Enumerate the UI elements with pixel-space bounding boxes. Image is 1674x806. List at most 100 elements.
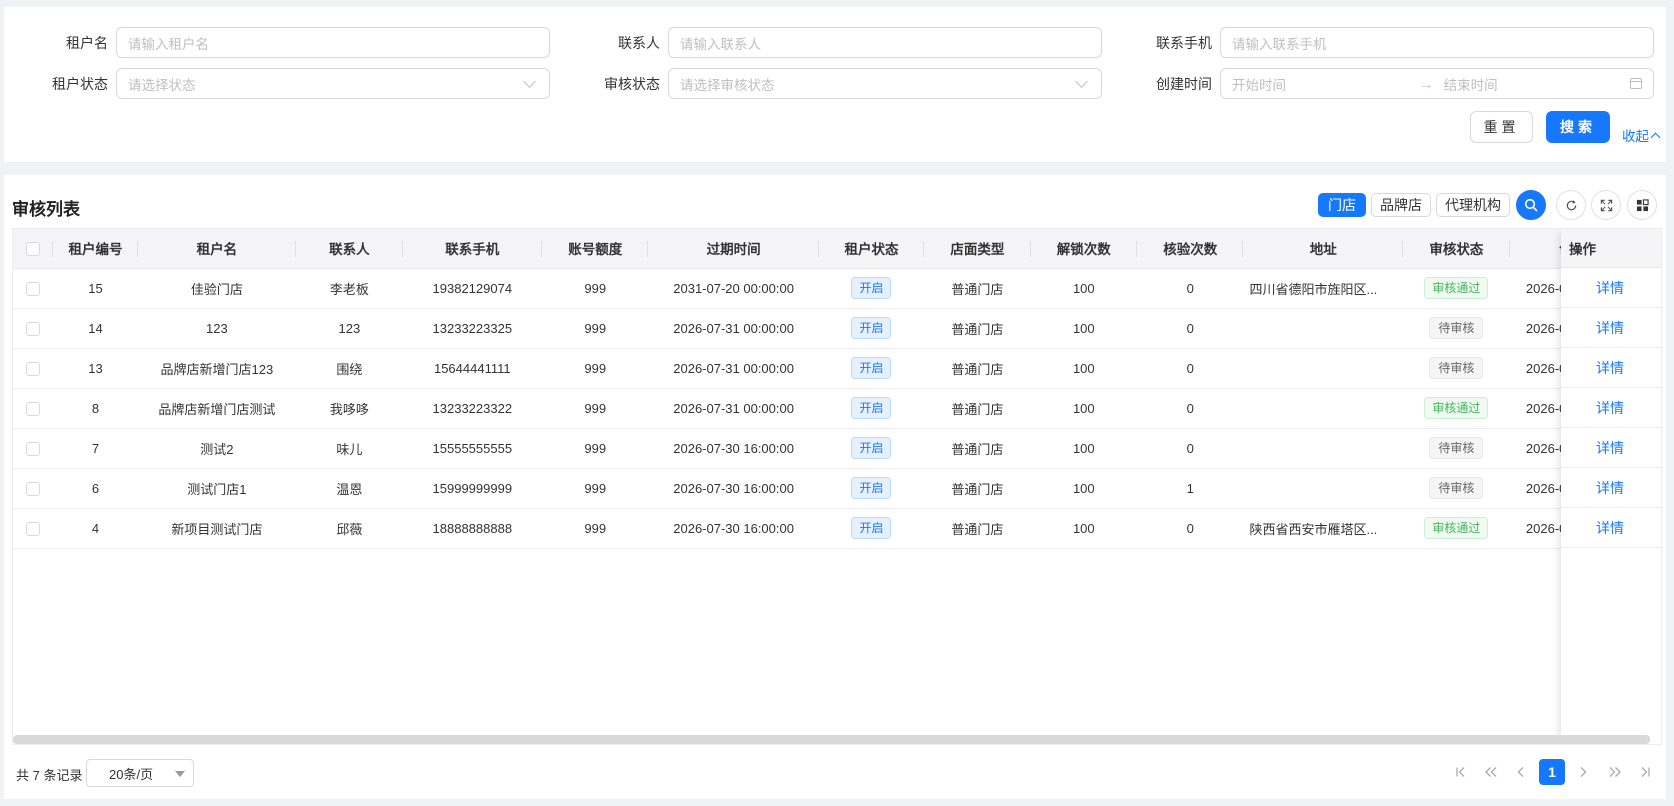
- segment-store[interactable]: 门店: [1318, 193, 1366, 217]
- refresh-button[interactable]: [1556, 190, 1586, 220]
- chevron-down-icon: [1075, 75, 1088, 88]
- detail-link[interactable]: 详情: [1561, 428, 1661, 468]
- audit-status-tag: 审核通过: [1424, 277, 1489, 299]
- cell-phone: 15555555555: [402, 428, 543, 469]
- phone-input[interactable]: 请输入联系手机: [1220, 27, 1654, 58]
- cell-type: 普通门店: [924, 388, 1031, 429]
- table-row[interactable]: 13 品牌店新增门店123 围绕 15644441111 999 2026-07-31 0…: [13, 348, 1661, 389]
- cell-status: 开启: [818, 348, 925, 389]
- segment-agency[interactable]: 代理机构: [1436, 193, 1510, 217]
- row-checkbox[interactable]: [26, 521, 41, 536]
- tenant-name-label: 租户名: [66, 34, 108, 51]
- row-checkbox[interactable]: [26, 481, 41, 496]
- row-select-cell: [13, 508, 54, 549]
- start-time-placeholder[interactable]: 开始时间: [1232, 74, 1415, 94]
- audit-status-select[interactable]: 请选择审核状态: [668, 68, 1102, 99]
- double-left-icon: [1485, 767, 1497, 777]
- tenant-name-input[interactable]: 请输入租户名: [116, 27, 550, 58]
- cell-audit: 审核通过: [1403, 268, 1510, 309]
- cell-tenant-id: 4: [53, 508, 138, 549]
- column-settings-button[interactable]: [1627, 190, 1657, 220]
- audit-status-tag: 审核通过: [1424, 517, 1489, 539]
- cell-phone: 13233223322: [402, 388, 543, 429]
- search-toggle-button[interactable]: [1516, 190, 1546, 220]
- cell-address: [1243, 308, 1404, 349]
- tenant-status-select[interactable]: 请选择状态: [116, 68, 550, 99]
- next-five-pages-button[interactable]: [1604, 758, 1626, 786]
- col-header-action: 操作: [1561, 229, 1661, 268]
- created-time-range-picker[interactable]: 开始时间 → 结束时间: [1220, 68, 1654, 99]
- refresh-icon: [1566, 199, 1576, 210]
- table-row[interactable]: 7 测试2 味儿 15555555555 999 2026-07-30 16:00:00 开…: [13, 428, 1661, 469]
- col-header-quota[interactable]: 账号额度: [542, 229, 649, 269]
- detail-link[interactable]: 详情: [1561, 388, 1661, 428]
- horizontal-scrollbar[interactable]: [13, 735, 1650, 744]
- cell-tenant-name: 测试门店1: [137, 468, 297, 509]
- cell-audit: 待审核: [1403, 468, 1510, 509]
- contact-filter: 联系人 请输入联系人: [556, 27, 1102, 58]
- cell-type: 普通门店: [924, 468, 1031, 509]
- created-time-filter: 创建时间 开始时间 → 结束时间: [1108, 68, 1654, 99]
- col-header-audit[interactable]: 审核状态: [1403, 229, 1511, 269]
- audit-status-placeholder: 请选择审核状态: [680, 77, 775, 93]
- cell-phone: 18888888888: [402, 508, 543, 549]
- col-header-tenant-id[interactable]: 租户编号: [53, 229, 138, 269]
- col-header-status[interactable]: 租户状态: [818, 229, 925, 269]
- table-row[interactable]: 14 123 123 13233223325 999 2026-07-31 00:00:0…: [13, 308, 1661, 349]
- select-all-checkbox[interactable]: [26, 241, 41, 256]
- detail-link[interactable]: 详情: [1561, 308, 1661, 348]
- row-checkbox[interactable]: [26, 361, 41, 376]
- col-header-expire[interactable]: 过期时间: [648, 229, 820, 269]
- first-page-button[interactable]: [1452, 758, 1470, 786]
- detail-link[interactable]: 详情: [1561, 468, 1661, 508]
- col-header-unlock[interactable]: 解锁次数: [1030, 229, 1138, 269]
- col-header-tenant-name[interactable]: 租户名: [137, 229, 297, 269]
- table-header-row: 租户编号 租户名 联系人 联系手机 账号额度 过期时间 租户状态 店面类型 解锁…: [13, 229, 1661, 269]
- table-row[interactable]: 8 品牌店新增门店测试 我哆哆 13233223322 999 2026-07-31 00…: [13, 388, 1661, 429]
- cell-audit: 审核通过: [1403, 508, 1510, 549]
- cell-status: 开启: [818, 268, 925, 309]
- page-1-button[interactable]: 1: [1539, 759, 1565, 785]
- search-button[interactable]: 搜索: [1546, 111, 1610, 143]
- contact-input[interactable]: 请输入联系人: [668, 27, 1102, 58]
- header-select-all: [13, 229, 54, 269]
- detail-link[interactable]: 详情: [1561, 508, 1661, 548]
- row-checkbox[interactable]: [26, 321, 41, 336]
- table-row[interactable]: 6 测试门店1 温恩 15999999999 999 2026-07-30 16:00:0…: [13, 468, 1661, 509]
- row-select-cell: [13, 268, 54, 309]
- fullscreen-button[interactable]: [1591, 190, 1621, 220]
- col-header-contact[interactable]: 联系人: [296, 229, 404, 269]
- row-checkbox[interactable]: [26, 441, 41, 456]
- cell-verify: 0: [1137, 428, 1244, 469]
- status-tag: 开启: [851, 317, 892, 339]
- cell-address: [1243, 348, 1404, 389]
- table-row[interactable]: 4 新项目测试门店 邱薇 18888888888 999 2026-07-30 16:00…: [13, 508, 1661, 549]
- collapse-link[interactable]: 收起: [1622, 125, 1661, 145]
- cell-contact: 围绕: [296, 348, 403, 389]
- end-time-placeholder[interactable]: 结束时间: [1438, 74, 1621, 94]
- audit-status-tag: 待审核: [1429, 317, 1484, 339]
- tenant-status-label: 租户状态: [52, 75, 108, 92]
- col-header-type[interactable]: 店面类型: [924, 229, 1032, 269]
- row-checkbox[interactable]: [26, 281, 41, 296]
- segment-brand-store[interactable]: 品牌店: [1371, 193, 1431, 217]
- page-size-select[interactable]: 20条/页: [86, 759, 194, 787]
- column-settings-icon: [1636, 198, 1649, 211]
- col-header-phone[interactable]: 联系手机: [402, 229, 543, 269]
- col-header-verify[interactable]: 核验次数: [1137, 229, 1244, 269]
- cell-address: 陕西省西安市雁塔区...: [1243, 508, 1404, 549]
- status-tag: 开启: [851, 517, 892, 539]
- fullscreen-icon: [1600, 199, 1612, 211]
- detail-link[interactable]: 详情: [1561, 268, 1661, 308]
- detail-link[interactable]: 详情: [1561, 348, 1661, 388]
- next-page-button[interactable]: [1574, 758, 1592, 786]
- prev-five-pages-button[interactable]: [1480, 758, 1502, 786]
- cell-phone: 19382129074: [402, 268, 543, 309]
- row-checkbox[interactable]: [26, 401, 41, 416]
- reset-button[interactable]: 重置: [1470, 111, 1533, 143]
- table-row[interactable]: 15 佳验门店 李老板 19382129074 999 2031-07-20 00:00:…: [13, 268, 1661, 309]
- chevron-left-icon: [1517, 767, 1524, 777]
- prev-page-button[interactable]: [1512, 758, 1530, 786]
- col-header-address[interactable]: 地址: [1243, 229, 1404, 269]
- last-page-button[interactable]: [1636, 758, 1654, 786]
